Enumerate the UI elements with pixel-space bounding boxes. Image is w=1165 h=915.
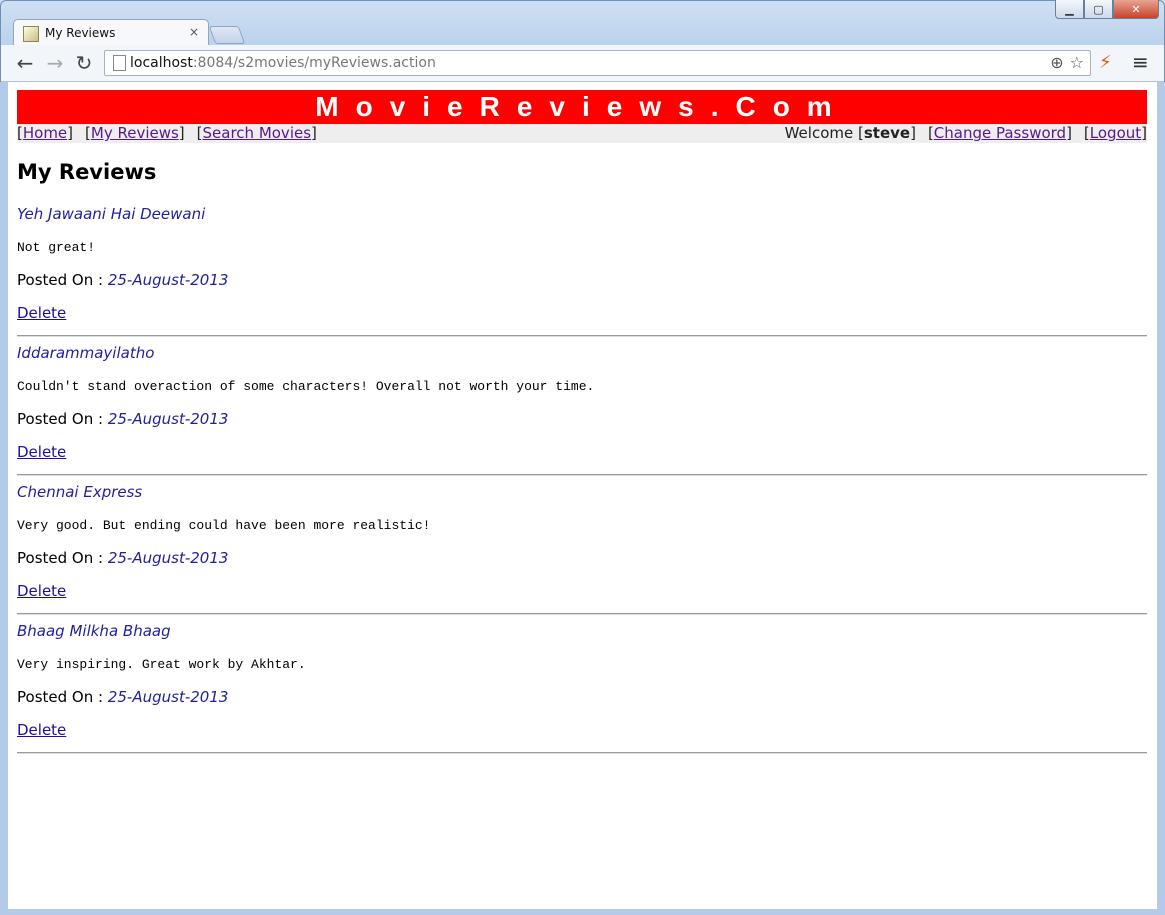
bookmark-star-icon[interactable]: ☆ (1070, 53, 1084, 72)
review-movie-title: Chennai Express (17, 483, 143, 501)
url-text: localhost:8084/s2movies/myReviews.action (130, 55, 436, 71)
page-icon (113, 55, 126, 71)
review-item: Chennai Express Very good. But ending co… (17, 483, 1147, 615)
username: steve (863, 124, 911, 142)
minimize-icon[interactable]: ▁ (1055, 0, 1084, 19)
divider (17, 752, 1147, 754)
page-content: MovieReviews.Com [Home] [My Reviews] [Sear… (9, 82, 1156, 908)
welcome-text: Welcome (784, 124, 854, 142)
delete-review-link[interactable]: Delete (17, 721, 1147, 739)
review-posted-on: Posted On : 25-August-2013 (17, 271, 229, 289)
window-controls: ▁ ▢ ✕ (1055, 0, 1159, 19)
tab-close-icon[interactable]: × (189, 25, 199, 39)
review-date: 25-August-2013 (107, 688, 229, 706)
review-item: Yeh Jawaani Hai Deewani Not great! Poste… (17, 205, 1147, 337)
nav-home-link[interactable]: Home (23, 124, 67, 142)
divider (17, 474, 1147, 476)
review-posted-on: Posted On : 25-August-2013 (17, 549, 229, 567)
browser-menu-icon[interactable]: ≡ (1132, 50, 1149, 74)
review-item: Bhaag Milkha Bhaag Very inspiring. Great… (17, 622, 1147, 754)
zoom-icon[interactable]: ⊕ (1050, 53, 1063, 72)
review-date: 25-August-2013 (107, 410, 229, 428)
divider (17, 613, 1147, 615)
close-icon[interactable]: ✕ (1113, 0, 1159, 19)
tab-title: My Reviews (45, 26, 116, 40)
nav-search-movies-link[interactable]: Search Movies (203, 124, 312, 142)
page-title: My Reviews (17, 160, 157, 184)
nav-change-password-link[interactable]: Change Password (934, 124, 1066, 142)
site-nav: [Home] [My Reviews] [Search Movies] Welcom… (17, 124, 1147, 143)
delete-review-link[interactable]: Delete (17, 443, 1147, 461)
site-banner: MovieReviews.Com (17, 90, 1147, 124)
browser-tab[interactable]: My Reviews × (13, 19, 209, 46)
maximize-icon[interactable]: ▢ (1084, 0, 1113, 19)
review-movie-title: Iddarammayilatho (17, 344, 155, 362)
review-movie-title: Bhaag Milkha Bhaag (17, 622, 171, 640)
review-text: Very inspiring. Great work by Akhtar. (17, 657, 306, 672)
address-bar[interactable]: localhost:8084/s2movies/myReviews.action… (104, 50, 1091, 76)
review-date: 25-August-2013 (107, 549, 229, 567)
nav-my-reviews-link[interactable]: My Reviews (91, 124, 179, 142)
review-posted-on: Posted On : 25-August-2013 (17, 688, 229, 706)
browser-chrome: ▁ ▢ ✕ My Reviews × ← → ↻ localhost:8084/… (0, 0, 1165, 82)
back-icon[interactable]: ← (13, 51, 37, 75)
reload-icon[interactable]: ↻ (72, 51, 96, 75)
new-tab-button[interactable] (208, 26, 246, 44)
review-date: 25-August-2013 (107, 271, 229, 289)
favicon-icon (23, 26, 39, 42)
delete-review-link[interactable]: Delete (17, 304, 1147, 322)
extension-lightning-icon[interactable]: ⚡ (1099, 52, 1112, 73)
browser-toolbar: ← → ↻ localhost:8084/s2movies/myReviews.… (1, 45, 1164, 82)
review-text: Very good. But ending could have been mo… (17, 518, 431, 533)
review-posted-on: Posted On : 25-August-2013 (17, 410, 229, 428)
review-movie-title: Yeh Jawaani Hai Deewani (17, 205, 206, 223)
review-text: Couldn't stand overaction of some charac… (17, 379, 595, 394)
review-text: Not great! (17, 240, 96, 255)
delete-review-link[interactable]: Delete (17, 582, 1147, 600)
forward-icon[interactable]: → (43, 51, 67, 75)
review-item: Iddarammayilatho Couldn't stand overacti… (17, 344, 1147, 476)
divider (17, 335, 1147, 337)
nav-logout-link[interactable]: Logout (1090, 124, 1141, 142)
